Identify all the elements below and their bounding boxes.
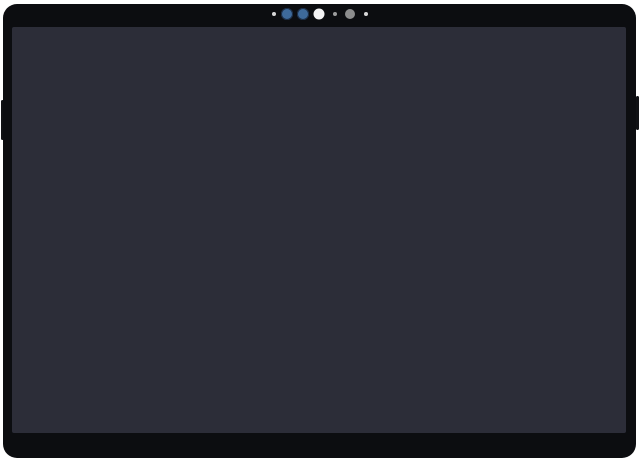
sensor-dot-icon — [272, 12, 276, 16]
sensor-dot-icon — [333, 12, 337, 16]
sensor-dot-icon — [364, 12, 368, 16]
sensor-bar — [0, 6, 640, 22]
side-button-right — [636, 96, 639, 130]
camera-lens-icon — [281, 8, 293, 20]
camera-lens-icon — [297, 8, 309, 20]
page — [0, 0, 640, 461]
display-screen — [12, 27, 626, 433]
light-sensor-icon — [313, 8, 325, 20]
proximity-sensor-icon — [345, 9, 355, 19]
